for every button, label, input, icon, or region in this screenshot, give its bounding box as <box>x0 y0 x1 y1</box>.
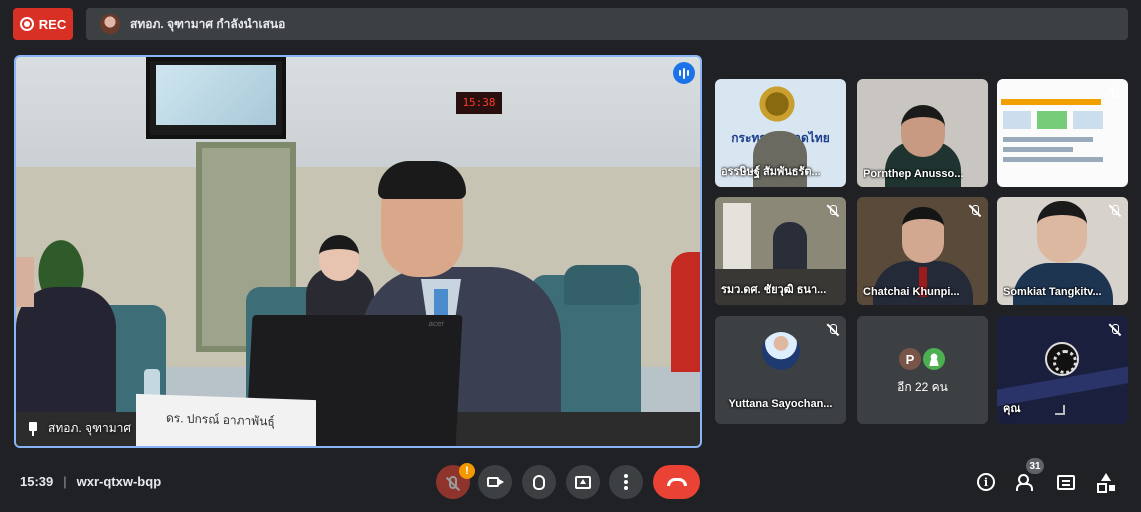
mic-alert-badge: ! <box>459 463 475 479</box>
participant-tile[interactable]: กระทรวงมหาดไทย อรรษิษฐ์ สัมพันธรัต... <box>715 79 846 187</box>
participant-head <box>1037 201 1087 263</box>
shared-slide-header <box>1001 99 1101 105</box>
people-icon <box>1016 474 1036 491</box>
avatar <box>762 332 800 370</box>
scene-ceiling <box>16 57 700 177</box>
participant-name: Pornthep Anusso... <box>863 168 964 180</box>
meeting-details-button[interactable]: i <box>974 470 998 494</box>
self-tile[interactable]: คุณ <box>997 316 1128 424</box>
raise-hand-button[interactable] <box>522 465 556 499</box>
meet-window: REC สทอภ. จุฑามาศ กำลังนำเสนอ 15:38 ดร. … <box>0 0 1141 512</box>
scene-clock: 15:38 <box>456 92 502 114</box>
others-count-label: อีก 22 คน <box>897 380 948 394</box>
participant-name: รมว.ดศ. ชัยวุฒิ ธนา... <box>721 284 827 296</box>
participant-tile[interactable]: Somkiat Tangkitv... <box>997 197 1128 305</box>
shared-slide-line <box>1003 147 1073 152</box>
shared-slide-block <box>1003 111 1031 129</box>
chat-button[interactable] <box>1054 470 1078 494</box>
participant-tile[interactable]: Pornthep Anusso... <box>857 79 988 187</box>
participant-name: Yuttana Sayochan... <box>728 398 833 410</box>
ministry-logo <box>757 83 797 125</box>
meeting-details: 15:39 | wxr-qtxw-bqp <box>20 474 161 489</box>
participant-figure <box>773 222 807 270</box>
scene-person-red <box>671 252 700 372</box>
activities-icon <box>1097 473 1115 493</box>
mic-off-icon <box>1108 86 1122 100</box>
others-tile[interactable]: P อีก 22 คน <box>857 316 988 424</box>
main-participant-label: สทอภ. จุฑามาศ <box>28 419 131 438</box>
info-icon: i <box>977 473 995 491</box>
recording-indicator[interactable]: REC <box>13 8 73 40</box>
speaker-hair <box>378 161 466 199</box>
shared-slide-block <box>1037 111 1067 129</box>
mic-off-icon <box>826 323 840 337</box>
separator: | <box>63 474 67 489</box>
present-now-button[interactable] <box>566 465 600 499</box>
hand-icon <box>533 474 545 490</box>
present-screen-icon <box>575 475 591 489</box>
participant-name: อรรษิษฐ์ สัมพันธรัต... <box>721 166 821 178</box>
participant-figure <box>1013 263 1113 305</box>
videocam-icon <box>487 477 504 487</box>
participant-head <box>902 207 944 263</box>
scene-nameplate: ดร. ปกรณ์ อาภาพันธุ์ <box>136 393 316 446</box>
main-video-tile[interactable]: 15:38 ดร. ปกรณ์ อาภาพันธุ์ สทอภ. จุฑามาศ <box>14 55 702 448</box>
record-icon <box>19 17 34 31</box>
chat-icon <box>1057 474 1075 490</box>
pin-icon[interactable] <box>28 421 38 436</box>
main-participant-name: สทอภ. จุฑามาศ <box>48 421 132 435</box>
mic-off-icon <box>449 475 457 489</box>
participant-name: คุณ <box>1003 403 1021 415</box>
scene-person-woman-head <box>319 235 359 281</box>
scene-tv <box>146 57 286 139</box>
scene-window <box>723 203 751 273</box>
shared-slide-line <box>1003 137 1093 142</box>
people-count-badge: 31 <box>1026 458 1044 474</box>
mic-off-icon <box>826 204 840 218</box>
participant-tile[interactable] <box>997 79 1128 187</box>
presenting-text: สทอภ. จุฑามาศ กำลังนำเสนอ <box>130 16 286 31</box>
more-vert-icon <box>624 474 628 490</box>
activities-button[interactable] <box>1094 470 1118 494</box>
scene-person-left-face <box>16 257 34 307</box>
avatar: P <box>897 346 923 372</box>
obs-logo-icon <box>1045 342 1079 376</box>
participant-tile[interactable]: Yuttana Sayochan... <box>715 316 846 424</box>
mic-off-icon <box>1108 204 1122 218</box>
participant-head <box>901 105 945 157</box>
camera-button[interactable] <box>478 465 512 499</box>
mic-off-icon <box>968 204 982 218</box>
shared-slide-line <box>1003 157 1103 162</box>
presenting-banner[interactable]: สทอภ. จุฑามาศ กำลังนำเสนอ <box>86 8 1128 40</box>
mic-off-icon <box>1108 323 1122 337</box>
speaking-indicator-icon <box>673 62 695 84</box>
current-time: 15:39 <box>20 474 54 489</box>
person-icon <box>921 346 947 372</box>
participant-tile[interactable]: รมว.ดศ. ชัยวุฒิ ธนา... <box>715 197 846 305</box>
shared-slide-block <box>1073 111 1103 129</box>
leave-call-button[interactable] <box>653 465 700 499</box>
participant-name: Somkiat Tangkitv... <box>1003 286 1102 298</box>
more-options-button[interactable] <box>609 465 643 499</box>
call-end-icon <box>666 478 687 486</box>
presenter-avatar <box>100 14 120 34</box>
participant-name: Chatchai Khunpi... <box>863 286 960 298</box>
recording-label: REC <box>38 16 67 32</box>
participant-tile[interactable]: Chatchai Khunpi... <box>857 197 988 305</box>
scene-chair <box>564 265 639 305</box>
expand-icon[interactable] <box>1055 405 1065 415</box>
meeting-code: wxr-qtxw-bqp <box>76 474 162 489</box>
